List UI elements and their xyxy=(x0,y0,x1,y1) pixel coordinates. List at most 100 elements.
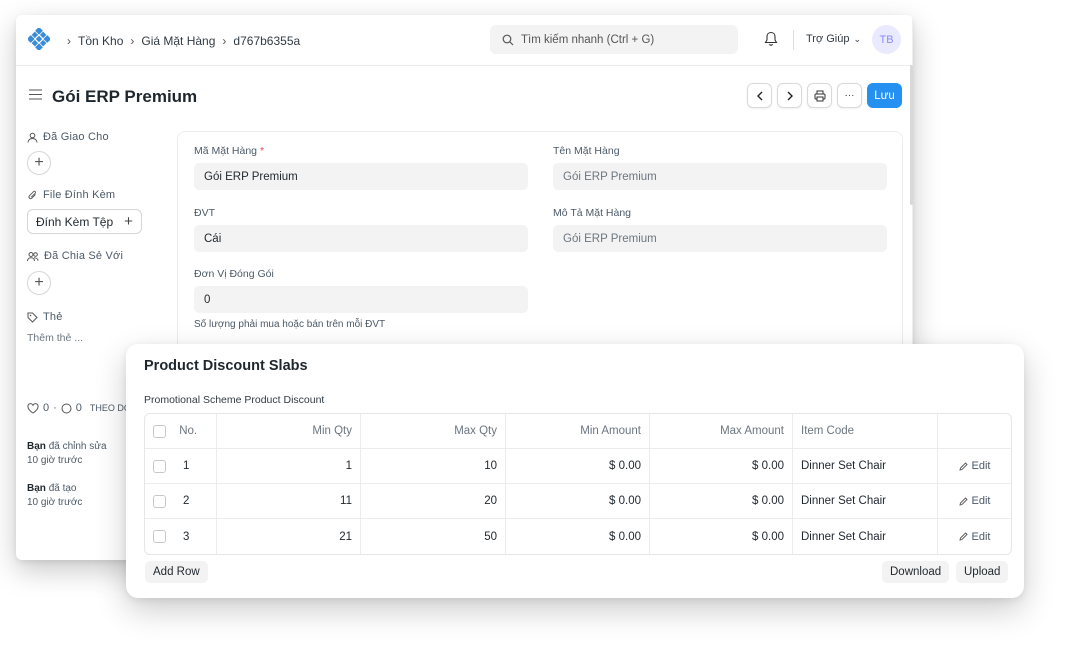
add-tag-link[interactable]: Thêm thẻ ... xyxy=(27,332,177,344)
previous-button[interactable] xyxy=(747,83,772,108)
add-assignee-button[interactable]: + xyxy=(27,151,51,175)
search-icon xyxy=(502,34,514,45)
table-row[interactable]: 1 1 10 $ 0.00 $ 0.00 Dinner Set Chair Ed… xyxy=(145,449,1011,484)
save-button[interactable]: Lưu xyxy=(867,83,902,108)
chevron-right-icon: › xyxy=(67,33,71,48)
users-icon xyxy=(27,251,39,261)
scrollbar-thumb[interactable] xyxy=(910,65,913,205)
min-qty-cell[interactable]: 21 xyxy=(217,519,361,554)
plus-icon: + xyxy=(34,154,44,171)
packing-unit-label: Đơn Vị Đóng Gói xyxy=(194,268,274,280)
edit-label: Edit xyxy=(971,495,991,507)
attach-file-button[interactable]: Đính Kèm Tệp + xyxy=(27,209,142,234)
item-code-cell[interactable]: Dinner Set Chair xyxy=(793,519,938,554)
heart-icon[interactable] xyxy=(27,402,39,414)
uom-label: ĐVT xyxy=(194,207,215,219)
plus-icon: + xyxy=(34,274,44,291)
next-button[interactable] xyxy=(777,83,802,108)
add-row-button[interactable]: Add Row xyxy=(145,561,208,583)
row-checkbox[interactable] xyxy=(153,494,166,508)
row-no: 2 xyxy=(183,495,190,508)
header-min-amount: Min Amount xyxy=(506,414,650,449)
panel-subtitle: Promotional Scheme Product Discount xyxy=(144,394,325,406)
breadcrumb-doc-id[interactable]: d767b6355a xyxy=(233,34,300,48)
max-qty-cell[interactable]: 20 xyxy=(361,484,506,519)
ellipsis-icon: ··· xyxy=(844,90,855,101)
max-qty-cell[interactable]: 10 xyxy=(361,449,506,484)
row-no-cell: 2 xyxy=(145,484,217,519)
item-name-label: Tên Mặt Hàng xyxy=(553,145,620,157)
max-amount-cell[interactable]: $ 0.00 xyxy=(650,449,793,484)
header-actions xyxy=(938,414,1011,449)
navbar-divider xyxy=(793,30,794,50)
description-field: Mô Tả Mặt Hàng Gói ERP Premium xyxy=(553,207,887,252)
edit-label: Edit xyxy=(971,530,991,543)
packing-unit-input[interactable]: 0 xyxy=(194,286,528,313)
table-row[interactable]: 2 11 20 $ 0.00 $ 0.00 Dinner Set Chair E… xyxy=(145,484,1011,519)
chevron-left-icon xyxy=(756,91,762,100)
select-all-checkbox[interactable] xyxy=(153,424,166,438)
item-code-label: Mã Mặt Hàng * xyxy=(194,145,265,157)
edited-user: Bạn xyxy=(27,441,46,452)
min-amount-cell[interactable]: $ 0.00 xyxy=(506,519,650,554)
min-qty-cell[interactable]: 1 xyxy=(217,449,361,484)
search-input[interactable]: Tìm kiếm nhanh (Ctrl + G) xyxy=(490,25,738,54)
edit-row-button[interactable]: Edit xyxy=(946,495,1003,507)
product-discount-slabs-panel: Product Discount Slabs Promotional Schem… xyxy=(126,344,1024,598)
min-amount-cell[interactable]: $ 0.00 xyxy=(506,484,650,519)
header-item-code: Item Code xyxy=(793,414,938,449)
search-placeholder: Tìm kiếm nhanh (Ctrl + G) xyxy=(521,33,655,46)
header-max-amount: Max Amount xyxy=(650,414,793,449)
header-no: No. xyxy=(145,414,217,449)
item-name-field: Tên Mặt Hàng Gói ERP Premium xyxy=(553,145,887,190)
item-code-field: Mã Mặt Hàng * Gói ERP Premium xyxy=(194,145,528,190)
download-button[interactable]: Download xyxy=(882,561,950,583)
hamburger-menu-icon[interactable] xyxy=(29,89,42,100)
row-checkbox[interactable] xyxy=(153,530,166,543)
chevron-right-icon xyxy=(787,91,793,100)
bell-icon[interactable] xyxy=(764,31,778,47)
max-qty-cell[interactable]: 50 xyxy=(361,519,506,554)
uom-input[interactable]: Cái xyxy=(194,225,528,252)
comment-icon[interactable] xyxy=(61,403,72,414)
item-name-input[interactable]: Gói ERP Premium xyxy=(553,163,887,190)
item-code-cell[interactable]: Dinner Set Chair xyxy=(793,449,938,484)
description-input[interactable]: Gói ERP Premium xyxy=(553,225,887,252)
avatar[interactable]: TB xyxy=(872,25,901,54)
help-dropdown[interactable]: Trợ Giúp ⌄ xyxy=(806,33,861,45)
edit-cell: Edit xyxy=(938,484,1011,519)
navbar: › Tồn Kho › Giá Mặt Hàng › d767b6355a Tì… xyxy=(16,15,913,66)
pencil-icon xyxy=(958,496,968,506)
table-row[interactable]: 3 21 50 $ 0.00 $ 0.00 Dinner Set Chair E… xyxy=(145,519,1011,554)
chevron-down-icon: ⌄ xyxy=(853,33,862,44)
app-logo-icon[interactable] xyxy=(28,28,50,50)
header-max-qty: Max Qty xyxy=(361,414,506,449)
max-amount-cell[interactable]: $ 0.00 xyxy=(650,484,793,519)
pencil-icon xyxy=(958,461,968,471)
uom-field: ĐVT Cái xyxy=(194,207,528,252)
breadcrumb-inventory[interactable]: Tồn Kho xyxy=(78,34,123,48)
item-code-input[interactable]: Gói ERP Premium xyxy=(194,163,528,190)
edit-cell: Edit xyxy=(938,519,1011,554)
print-button[interactable] xyxy=(807,83,832,108)
min-qty-cell[interactable]: 11 xyxy=(217,484,361,519)
edit-row-button[interactable]: Edit xyxy=(946,531,1003,543)
row-no: 3 xyxy=(183,530,190,543)
breadcrumb: › Tồn Kho › Giá Mặt Hàng › d767b6355a xyxy=(60,15,300,66)
max-amount-cell[interactable]: $ 0.00 xyxy=(650,519,793,554)
chevron-right-icon: › xyxy=(222,33,227,48)
col-no-label: No. xyxy=(179,425,198,438)
more-actions-button[interactable]: ··· xyxy=(837,83,862,108)
row-checkbox[interactable] xyxy=(153,459,166,473)
tags-label: Thẻ xyxy=(27,311,177,323)
add-share-button[interactable]: + xyxy=(27,271,51,295)
help-label: Trợ Giúp xyxy=(806,33,850,45)
upload-button[interactable]: Upload xyxy=(956,561,1009,583)
required-marker: * xyxy=(259,145,265,157)
edit-row-button[interactable]: Edit xyxy=(946,460,1003,472)
user-icon xyxy=(27,132,38,143)
attachments-label: File Đính Kèm xyxy=(27,189,177,201)
breadcrumb-item-price[interactable]: Giá Mặt Hàng xyxy=(141,34,215,48)
item-code-cell[interactable]: Dinner Set Chair xyxy=(793,484,938,519)
min-amount-cell[interactable]: $ 0.00 xyxy=(506,449,650,484)
